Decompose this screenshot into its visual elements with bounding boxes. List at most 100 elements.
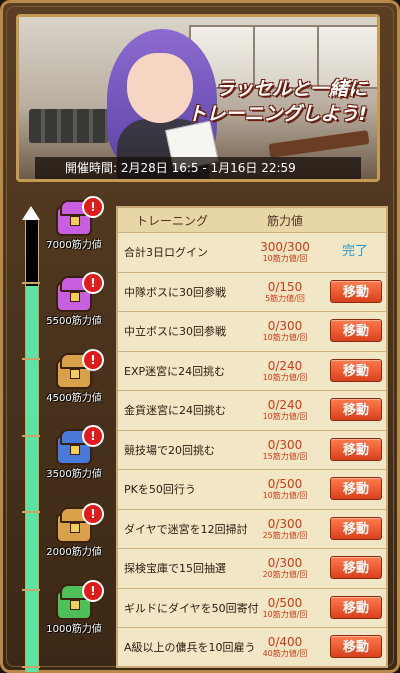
progress-rate: 5筋力値/回 [265,293,305,303]
milestone-label: 1000筋力値 [46,624,102,635]
table-row: PKを50回行う 0/500 10筋力値/回 移動 [118,469,386,509]
progress-rate: 10筋力値/回 [262,491,308,501]
task-name: ギルドにダイヤを50回寄付 [124,601,259,615]
progress-rate: 15筋力値/回 [262,451,308,461]
table-row: 探検宝庫で15回抽選 0/300 20筋力値/回 移動 [118,548,386,588]
progress-tick [22,358,40,360]
table-row: ダイヤで迷宮を12回掃討 0/300 25筋力値/回 移動 [118,508,386,549]
move-button[interactable]: 移動 [330,398,382,421]
progress-value: 0/300 [267,556,303,571]
table-header: トレーニング 筋力値 [118,208,386,232]
milestone-label: 2000筋力値 [46,547,102,558]
milestone-reward[interactable]: ! 1000筋力値 [42,580,112,650]
task-progress: 0/500 10筋力値/回 [250,596,320,620]
task-progress: 0/240 10筋力値/回 [250,359,320,383]
task-name: EXP迷宮に24回挑む [124,364,226,378]
task-name: PKを50回行う [124,483,196,497]
task-progress: 0/300 10筋力値/回 [250,319,320,343]
table-row: A級以上の傭兵を10回雇う 0/400 40筋力値/回 移動 [118,627,386,667]
table-row: 中隊ボスに30回参戦 0/150 5筋力値/回 移動 [118,271,386,312]
table-row: ギルドにダイヤを50回寄付 0/500 10筋力値/回 移動 [118,587,386,628]
progress-rate: 10筋力値/回 [262,254,308,264]
move-button[interactable]: 移動 [330,437,382,461]
task-name: A級以上の傭兵を10回雇う [124,641,256,655]
progress-value: 0/300 [267,437,303,452]
task-name: 合計3日ログイン [124,246,208,260]
move-button[interactable]: 移動 [330,358,382,382]
progress-value: 0/240 [267,358,303,373]
move-button[interactable]: 移動 [330,556,382,579]
alert-badge: ! [82,425,104,447]
alert-badge: ! [82,503,104,525]
progress-tick [22,589,40,591]
task-progress: 0/500 10筋力値/回 [250,477,320,501]
alert-badge: ! [82,272,104,294]
event-period: 開催時間: 2月28日 16:5 - 1月16日 22:59 [35,157,361,179]
table-row: 合計3日ログイン 300/300 10筋力値/回 完了 [118,232,386,272]
completed-status: 完了 [341,244,368,259]
milestone-reward[interactable]: ! 5500筋力値 [42,272,112,342]
task-progress: 0/300 20筋力値/回 [250,556,320,580]
move-button[interactable]: 移動 [330,595,382,619]
progress-value: 0/400 [267,635,303,650]
event-banner: ラッセルと一緒に トレーニングしよう! 開催時間: 2月28日 16:5 - 1… [16,14,380,182]
move-button[interactable]: 移動 [330,319,382,342]
task-progress: 300/300 10筋力値/回 [250,240,320,264]
table-row: 競技場で20回挑む 0/300 15筋力値/回 移動 [118,429,386,470]
task-name: 中立ボスに30回参戦 [124,325,226,339]
task-name: 競技場で20回挑む [124,443,215,457]
strength-progress-bar [22,206,40,672]
milestone-label: 4500筋力値 [46,393,102,404]
task-name: 金貨迷宮に24回挑む [124,404,226,418]
banner-title-line2: トレーニングしよう! [187,103,367,125]
task-name: ダイヤで迷宮を12回掃討 [124,522,248,536]
table-row: 中立ボスに30回参戦 0/300 10筋力値/回 移動 [118,311,386,351]
alert-badge: ! [82,349,104,371]
header-value: 筋力値 [266,213,303,228]
progress-track [25,218,39,672]
progress-tick [22,511,40,513]
progress-value: 0/500 [267,595,303,610]
progress-value: 0/240 [267,398,303,413]
move-button[interactable]: 移動 [330,477,382,500]
table-row: 金貨迷宮に24回挑む 0/240 10筋力値/回 移動 [118,390,386,430]
progress-value: 0/150 [267,279,303,294]
task-progress: 0/240 10筋力値/回 [250,398,320,422]
milestone-reward[interactable]: ! 2000筋力値 [42,503,112,573]
progress-rate: 20筋力値/回 [262,570,308,580]
header-task: トレーニング [136,213,209,228]
banner-title-line1: ラッセルと一緒に [214,78,367,100]
task-progress: 0/300 25筋力値/回 [250,517,320,541]
milestone-reward[interactable]: ! 7000筋力値 [42,196,112,266]
move-button[interactable]: 移動 [330,635,382,658]
milestone-label: 5500筋力値 [46,316,102,327]
task-progress: 0/150 5筋力値/回 [250,280,320,304]
progress-tick [22,282,40,284]
banner-title: ラッセルと一緒に トレーニングしよう! [187,77,367,127]
progress-tick [22,435,40,437]
table-body: 合計3日ログイン 300/300 10筋力値/回 完了 中隊ボスに30回参戦 0/150 5… [118,232,386,667]
progress-rate: 25筋力値/回 [262,530,308,540]
progress-value: 0/500 [267,477,303,492]
training-table: トレーニング 筋力値 合計3日ログイン 300/300 10筋力値/回 完了 中隊ボスに… [116,206,388,668]
progress-tick [22,666,40,668]
progress-rate: 40筋力値/回 [262,649,308,659]
milestone-reward[interactable]: ! 3500筋力値 [42,425,112,495]
move-button[interactable]: 移動 [330,279,382,303]
milestone-label: 7000筋力値 [46,240,102,251]
gym-bench [268,130,370,158]
table-row: EXP迷宮に24回挑む 0/240 10筋力値/回 移動 [118,350,386,391]
task-name: 中隊ボスに30回参戦 [124,285,226,299]
progress-value: 0/300 [267,319,303,334]
alert-badge: ! [82,196,104,218]
task-progress: 0/300 15筋力値/回 [250,438,320,462]
progress-rate: 10筋力値/回 [262,372,308,382]
milestone-reward[interactable]: ! 4500筋力値 [42,349,112,419]
move-button[interactable]: 移動 [330,516,382,540]
task-name: 探検宝庫で15回抽選 [124,562,226,576]
progress-rate: 10筋力値/回 [262,333,308,343]
task-progress: 0/400 40筋力値/回 [250,635,320,659]
arrow-up-icon [22,206,40,220]
progress-value: 300/300 [260,240,310,255]
progress-rate: 10筋力値/回 [262,609,308,619]
